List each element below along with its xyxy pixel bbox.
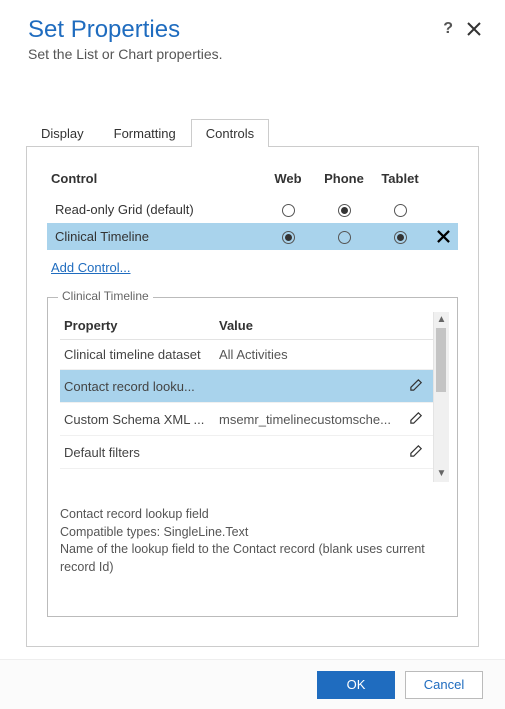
- col-control: Control: [51, 171, 260, 186]
- properties-scroll: Property Value Clinical timeline dataset…: [60, 312, 449, 482]
- fieldset-legend: Clinical Timeline: [58, 289, 153, 303]
- property-row-default-filters[interactable]: Default filters: [60, 436, 433, 469]
- header-icons: ?: [443, 20, 481, 38]
- dialog-footer: OK Cancel: [0, 659, 505, 709]
- scrollbar[interactable]: ▲ ▼: [433, 312, 449, 482]
- tab-formatting[interactable]: Formatting: [99, 119, 191, 147]
- clinical-timeline-fieldset: Clinical Timeline Property Value Clinica…: [47, 297, 458, 617]
- property-value: msemr_timelinecustomsche...: [219, 412, 403, 427]
- close-icon[interactable]: [467, 22, 481, 36]
- dialog: Set Properties Set the List or Chart pro…: [0, 0, 505, 709]
- property-name: Default filters: [64, 445, 219, 460]
- controls-panel: Control Web Phone Tablet Read-only Grid …: [26, 147, 479, 647]
- control-row-clinical-timeline[interactable]: Clinical Timeline: [47, 223, 458, 250]
- tab-display[interactable]: Display: [26, 119, 99, 147]
- property-help-text: Contact record lookup field Compatible t…: [60, 506, 449, 576]
- edit-icon[interactable]: [403, 443, 429, 461]
- add-control-link[interactable]: Add Control...: [51, 260, 131, 275]
- help-icon[interactable]: ?: [443, 20, 453, 38]
- radio-web-clinical[interactable]: [282, 231, 295, 244]
- edit-icon[interactable]: [403, 410, 429, 428]
- ok-button[interactable]: OK: [317, 671, 395, 699]
- help-line-2: Compatible types: SingleLine.Text: [60, 524, 441, 542]
- scroll-down-icon[interactable]: ▼: [434, 466, 449, 482]
- cancel-button[interactable]: Cancel: [405, 671, 483, 699]
- col-remove: [428, 171, 458, 186]
- control-name: Clinical Timeline: [55, 229, 260, 244]
- control-table: Control Web Phone Tablet Read-only Grid …: [47, 167, 458, 250]
- property-row-dataset[interactable]: Clinical timeline dataset All Activities: [60, 340, 433, 370]
- property-row-custom-schema[interactable]: Custom Schema XML ... msemr_timelinecust…: [60, 403, 433, 436]
- remove-control-icon[interactable]: [428, 230, 458, 243]
- help-line-1: Contact record lookup field: [60, 506, 441, 524]
- property-row-contact-lookup[interactable]: Contact record looku...: [60, 370, 433, 403]
- property-name: Contact record looku...: [64, 379, 219, 394]
- col-phone: Phone: [316, 171, 372, 186]
- control-name: Read-only Grid (default): [55, 202, 260, 217]
- header: Set Properties Set the List or Chart pro…: [0, 0, 505, 70]
- radio-phone-readonly[interactable]: [338, 204, 351, 217]
- tab-controls[interactable]: Controls: [191, 119, 269, 147]
- radio-phone-clinical[interactable]: [338, 231, 351, 244]
- dialog-title: Set Properties: [28, 16, 481, 44]
- property-name: Custom Schema XML ...: [64, 412, 219, 427]
- col-value: Value: [219, 318, 429, 333]
- radio-tablet-clinical[interactable]: [394, 231, 407, 244]
- property-name: Clinical timeline dataset: [64, 347, 219, 362]
- properties-header: Property Value: [60, 312, 433, 340]
- radio-tablet-readonly[interactable]: [394, 204, 407, 217]
- tabs: Display Formatting Controls: [26, 118, 479, 147]
- col-property: Property: [64, 318, 219, 333]
- control-table-header: Control Web Phone Tablet: [47, 167, 458, 196]
- help-line-3: Name of the lookup field to the Contact …: [60, 541, 441, 576]
- edit-icon[interactable]: [403, 377, 429, 395]
- radio-web-readonly[interactable]: [282, 204, 295, 217]
- scroll-thumb[interactable]: [436, 328, 446, 392]
- property-value: All Activities: [219, 347, 403, 362]
- dialog-subtitle: Set the List or Chart properties.: [28, 46, 481, 62]
- control-row-readonly-grid[interactable]: Read-only Grid (default): [47, 196, 458, 223]
- scroll-up-icon[interactable]: ▲: [434, 312, 449, 328]
- col-web: Web: [260, 171, 316, 186]
- col-tablet: Tablet: [372, 171, 428, 186]
- properties-body: Property Value Clinical timeline dataset…: [60, 312, 433, 482]
